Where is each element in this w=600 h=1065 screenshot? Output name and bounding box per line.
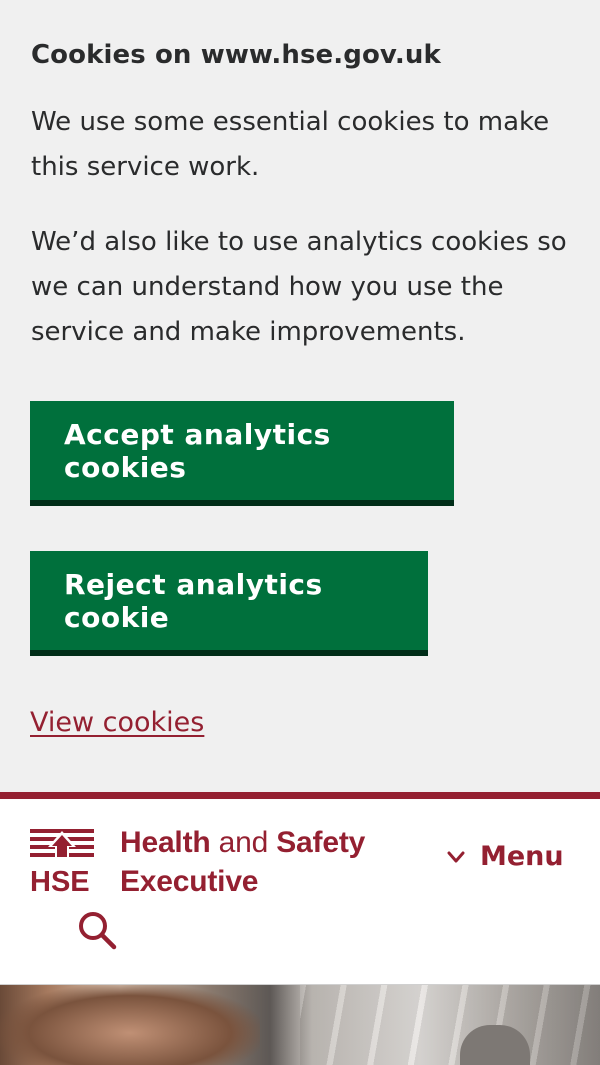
- accept-analytics-cookies-button[interactable]: Accept analytics cookies: [30, 401, 454, 500]
- view-cookies-link[interactable]: View cookies: [30, 707, 204, 738]
- logo-word-executive: Executive: [120, 865, 259, 898]
- reject-analytics-cookies-button[interactable]: Reject analytics cookie: [30, 551, 428, 650]
- site-header: HSE Health and Safety Executive Menu: [0, 799, 600, 985]
- hero-image: [0, 985, 600, 1065]
- chevron-down-icon: [447, 851, 465, 862]
- search-icon[interactable]: [76, 909, 118, 951]
- cookie-banner-text-essential: We use some essential cookies to make th…: [31, 107, 550, 182]
- header-top-rule: [0, 792, 600, 799]
- menu-button[interactable]: Menu: [446, 841, 564, 872]
- hse-logo-icon: HSE: [30, 829, 94, 893]
- logo-word-safety: Safety: [276, 826, 366, 859]
- logo-word-health: Health: [120, 826, 211, 859]
- hse-logo-wordmark: Health and Safety Executive: [120, 823, 365, 901]
- cookie-banner-title: Cookies on www.hse.gov.uk: [31, 40, 441, 70]
- cookie-banner-text-analytics: We’d also like to use analytics cookies …: [31, 227, 567, 347]
- logo-word-and: and: [218, 826, 269, 859]
- menu-label: Menu: [480, 841, 564, 872]
- hse-logo-abbr: HSE: [30, 866, 90, 893]
- cookie-banner: Cookies on www.hse.gov.uk We use some es…: [0, 0, 600, 792]
